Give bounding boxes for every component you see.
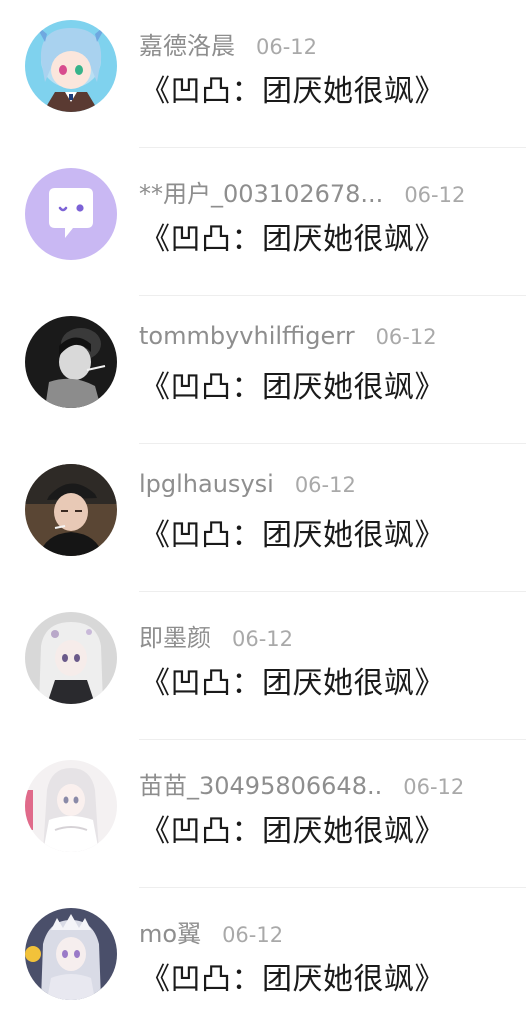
item-meta: mo翼 06-12 xyxy=(139,914,284,949)
book-title[interactable]: 《凹凸：团厌她很飒》 xyxy=(140,658,445,702)
record-list: 嘉德洛晨 06-12 《凹凸：团厌她很飒》 **用户_003102678... … xyxy=(0,0,526,1036)
book-title[interactable]: 《凹凸：团厌她很飒》 xyxy=(140,362,445,406)
default-chat-bubble-avatar-icon[interactable] xyxy=(25,168,117,260)
date-label: 06-12 xyxy=(403,775,465,799)
username[interactable]: tommbyvhilffigerr xyxy=(139,322,355,350)
list-item[interactable]: 苗苗_30495806648.. 06-12 《凹凸：团厌她很飒》 xyxy=(0,740,526,888)
date-label: 06-12 xyxy=(375,325,437,349)
item-meta: **用户_003102678... 06-12 xyxy=(139,174,466,209)
item-meta: lpglhausysi 06-12 xyxy=(139,470,356,502)
man-with-cap-avatar-icon[interactable] xyxy=(25,464,117,556)
book-title[interactable]: 《凹凸：团厌她很飒》 xyxy=(140,214,445,258)
list-item[interactable]: 即墨颜 06-12 《凹凸：团厌她很飒》 xyxy=(0,592,526,740)
item-meta: tommbyvhilffigerr 06-12 xyxy=(139,322,437,354)
list-item[interactable]: tommbyvhilffigerr 06-12 《凹凸：团厌她很飒》 xyxy=(0,296,526,444)
anime-girl-silver-hair-avatar-icon[interactable] xyxy=(25,612,117,704)
list-item[interactable]: lpglhausysi 06-12 《凹凸：团厌她很飒》 xyxy=(0,444,526,592)
book-title[interactable]: 《凹凸：团厌她很飒》 xyxy=(140,510,445,554)
dark-photo-avatar-icon[interactable] xyxy=(25,316,117,408)
item-meta: 即墨颜 06-12 xyxy=(139,618,294,653)
anime-girl-crown-avatar-icon[interactable] xyxy=(25,908,117,1000)
username[interactable]: 嘉德洛晨 xyxy=(139,26,235,61)
list-item[interactable]: **用户_003102678... 06-12 《凹凸：团厌她很飒》 xyxy=(0,148,526,296)
username[interactable]: **用户_003102678... xyxy=(139,174,383,209)
item-meta: 苗苗_30495806648.. 06-12 xyxy=(139,766,465,801)
date-label: 06-12 xyxy=(222,923,284,947)
date-label: 06-12 xyxy=(232,627,294,651)
anime-girl-white-dress-avatar-icon[interactable] xyxy=(25,760,117,852)
book-title[interactable]: 《凹凸：团厌她很飒》 xyxy=(140,954,445,998)
list-item[interactable]: 嘉德洛晨 06-12 《凹凸：团厌她很飒》 xyxy=(0,0,526,148)
anime-girl-blue-hair-avatar-icon[interactable] xyxy=(25,20,117,112)
book-title[interactable]: 《凹凸：团厌她很飒》 xyxy=(140,66,445,110)
book-title[interactable]: 《凹凸：团厌她很飒》 xyxy=(140,806,445,850)
date-label: 06-12 xyxy=(256,35,318,59)
username[interactable]: 苗苗_30495806648.. xyxy=(139,766,382,801)
date-label: 06-12 xyxy=(294,473,356,497)
date-label: 06-12 xyxy=(404,183,466,207)
username[interactable]: lpglhausysi xyxy=(139,470,274,498)
item-meta: 嘉德洛晨 06-12 xyxy=(139,26,318,61)
username[interactable]: mo翼 xyxy=(139,914,201,949)
username[interactable]: 即墨颜 xyxy=(139,618,211,653)
list-item[interactable]: mo翼 06-12 《凹凸：团厌她很飒》 xyxy=(0,888,526,1036)
